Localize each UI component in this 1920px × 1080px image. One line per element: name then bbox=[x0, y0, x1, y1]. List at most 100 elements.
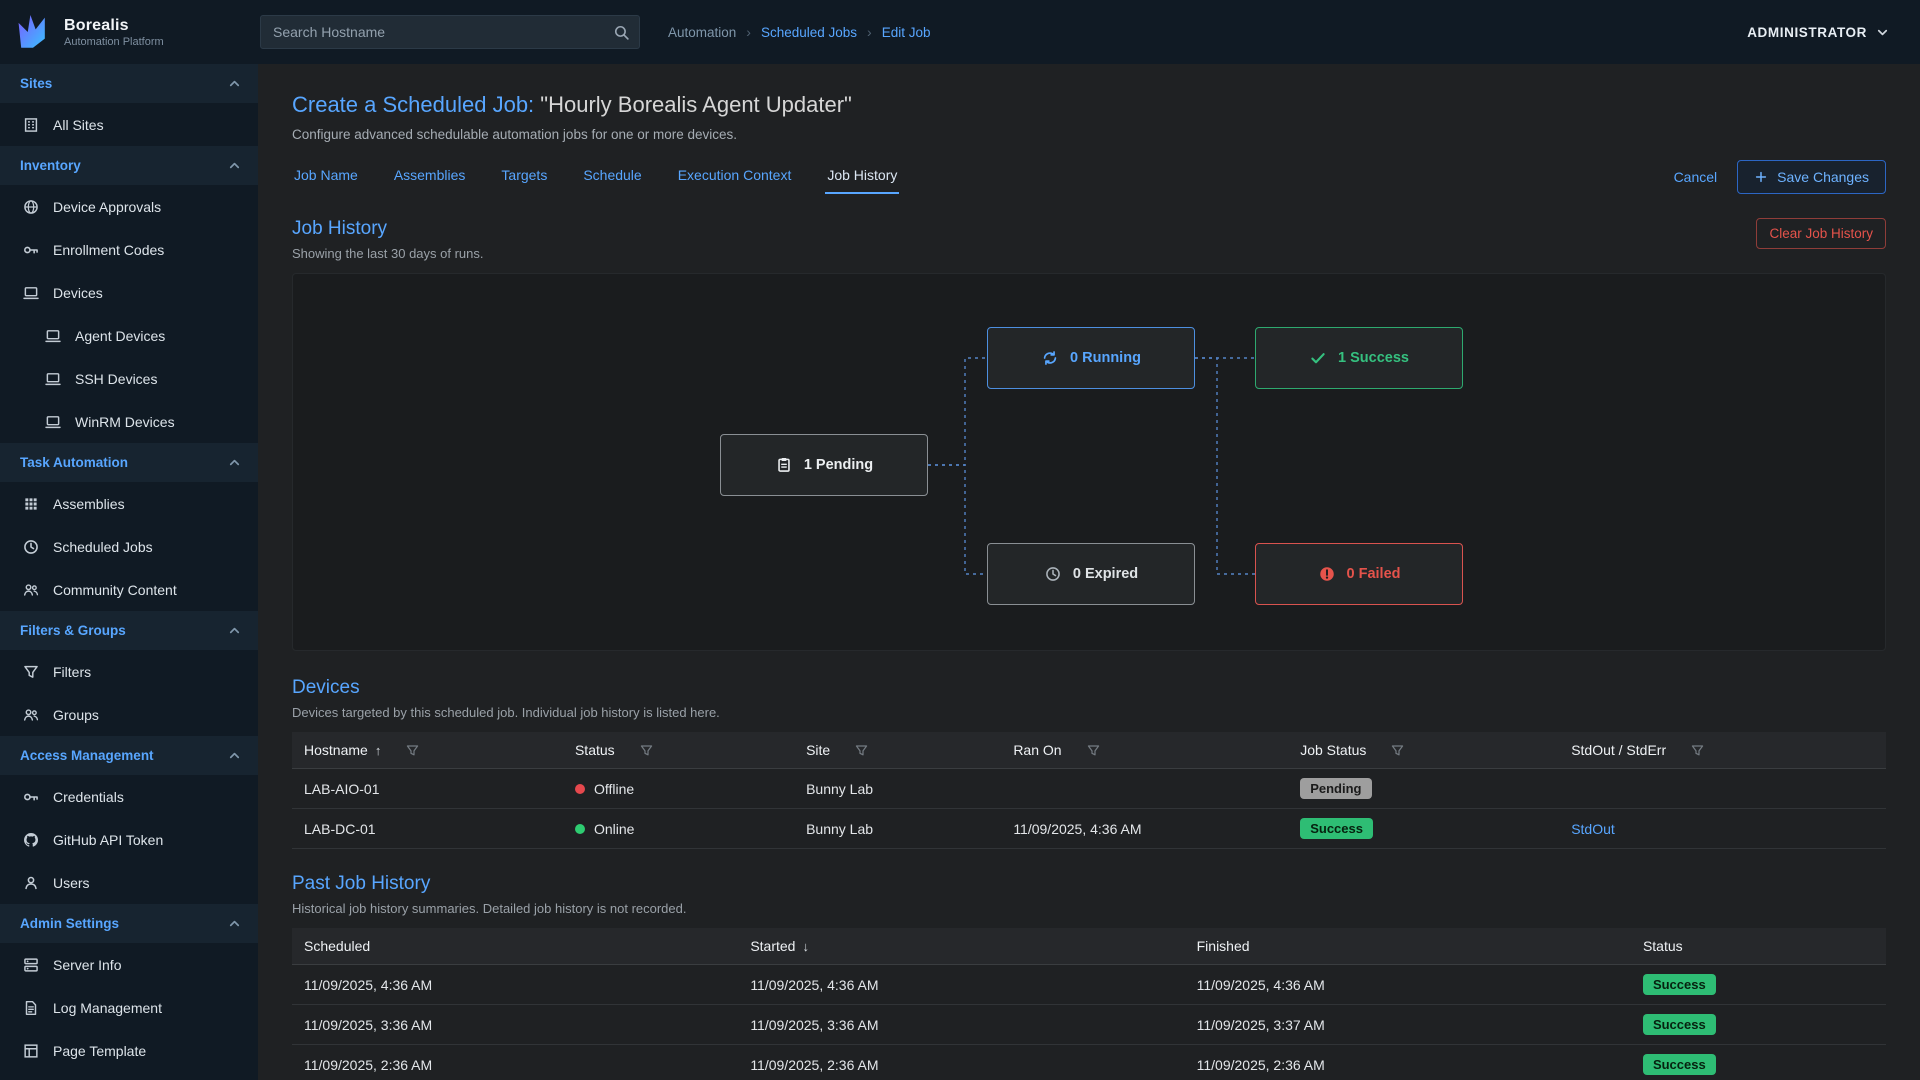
column-header-hostname[interactable]: Hostname bbox=[292, 732, 563, 769]
column-header-ran-on[interactable]: Ran On bbox=[1001, 732, 1288, 769]
column-header-stdout-stderr[interactable]: StdOut / StdErr bbox=[1559, 732, 1886, 769]
chevron-up-icon bbox=[227, 158, 242, 173]
sidebar-item-agent-devices[interactable]: Agent Devices bbox=[0, 314, 258, 357]
hostname-cell: LAB-DC-01 bbox=[292, 809, 563, 849]
stdout-link[interactable]: StdOut bbox=[1571, 821, 1615, 837]
status-badge: Success bbox=[1300, 818, 1373, 839]
sidebar-item-groups[interactable]: Groups bbox=[0, 693, 258, 736]
table-row: 11/09/2025, 3:36 AM 11/09/2025, 3:36 AM … bbox=[292, 1005, 1886, 1045]
flow-node-pending: 1 Pending bbox=[720, 434, 928, 496]
past-job-history-subheading: Historical job history summaries. Detail… bbox=[292, 901, 1886, 916]
sidebar-section-filters-groups[interactable]: Filters & Groups bbox=[0, 611, 258, 650]
sidebar-item-credentials[interactable]: Credentials bbox=[0, 775, 258, 818]
hostname-cell: LAB-AIO-01 bbox=[292, 769, 563, 809]
sidebar-item-scheduled-jobs[interactable]: Scheduled Jobs bbox=[0, 525, 258, 568]
sidebar-item-github-api-token[interactable]: GitHub API Token bbox=[0, 818, 258, 861]
started-cell: 11/09/2025, 3:36 AM bbox=[738, 1005, 1184, 1045]
filter-icon[interactable] bbox=[854, 743, 869, 758]
tab-execution-context[interactable]: Execution Context bbox=[676, 161, 794, 194]
breadcrumb-separator bbox=[746, 24, 751, 40]
column-header-job-status[interactable]: Job Status bbox=[1288, 732, 1559, 769]
column-header-started[interactable]: Started bbox=[738, 928, 1184, 965]
breadcrumb-scheduled-jobs[interactable]: Scheduled Jobs bbox=[761, 25, 857, 40]
sidebar-item-ssh-devices[interactable]: SSH Devices bbox=[0, 357, 258, 400]
sidebar-item-devices[interactable]: Devices bbox=[0, 271, 258, 314]
chevron-up-icon bbox=[227, 916, 242, 931]
past-job-history-table: Scheduled Started Finished Status 11/09/… bbox=[292, 928, 1886, 1080]
search-icon[interactable] bbox=[613, 24, 630, 41]
started-cell: 11/09/2025, 4:36 AM bbox=[738, 965, 1184, 1005]
column-header-status[interactable]: Status bbox=[563, 732, 794, 769]
sidebar-item-winrm-devices[interactable]: WinRM Devices bbox=[0, 400, 258, 443]
status-cell: Success bbox=[1631, 1045, 1886, 1080]
sidebar-item-enrollment-codes[interactable]: Enrollment Codes bbox=[0, 228, 258, 271]
clear-job-history-button[interactable]: Clear Job History bbox=[1756, 218, 1886, 249]
sidebar-item-log-management[interactable]: Log Management bbox=[0, 986, 258, 1029]
site-cell: Bunny Lab bbox=[794, 769, 1001, 809]
search-input[interactable] bbox=[260, 15, 640, 49]
column-header-finished[interactable]: Finished bbox=[1185, 928, 1631, 965]
sidebar-item-page-template[interactable]: Page Template bbox=[0, 1029, 258, 1072]
column-header-scheduled[interactable]: Scheduled bbox=[292, 928, 738, 965]
sidebar-item-community-content[interactable]: Community Content bbox=[0, 568, 258, 611]
user-menu[interactable]: ADMINISTRATOR bbox=[1747, 25, 1890, 40]
chevron-up-icon bbox=[227, 623, 242, 638]
breadcrumb-automation[interactable]: Automation bbox=[668, 25, 736, 40]
scheduled-cell: 11/09/2025, 4:36 AM bbox=[292, 965, 738, 1005]
filter-icon[interactable] bbox=[405, 743, 420, 758]
sidebar-item-assemblies[interactable]: Assemblies bbox=[0, 482, 258, 525]
brand-name: Borealis bbox=[64, 17, 164, 35]
status-cell: Success bbox=[1631, 1005, 1886, 1045]
tab-targets[interactable]: Targets bbox=[499, 161, 549, 194]
key-icon bbox=[22, 241, 40, 259]
tab-job-history[interactable]: Job History bbox=[825, 161, 899, 194]
column-header-site[interactable]: Site bbox=[794, 732, 1001, 769]
error-icon bbox=[1318, 565, 1336, 583]
tab-job-name[interactable]: Job Name bbox=[292, 161, 360, 194]
flow-node-expired: 0 Expired bbox=[987, 543, 1195, 605]
column-header-status[interactable]: Status bbox=[1631, 928, 1886, 965]
finished-cell: 11/09/2025, 4:36 AM bbox=[1185, 965, 1631, 1005]
sidebar-item-filters[interactable]: Filters bbox=[0, 650, 258, 693]
sidebar-item-server-info[interactable]: Server Info bbox=[0, 943, 258, 986]
filter-icon[interactable] bbox=[1086, 743, 1101, 758]
laptop-icon bbox=[22, 284, 40, 302]
finished-cell: 11/09/2025, 3:37 AM bbox=[1185, 1005, 1631, 1045]
table-row: LAB-DC-01 Online Bunny Lab 11/09/2025, 4… bbox=[292, 809, 1886, 849]
stdout-cell: StdOut bbox=[1559, 809, 1886, 849]
tab-schedule[interactable]: Schedule bbox=[581, 161, 643, 194]
sidebar-section-sites[interactable]: Sites bbox=[0, 64, 258, 103]
breadcrumb-separator bbox=[867, 24, 872, 40]
past-job-history-section: Past Job History Historical job history … bbox=[292, 873, 1886, 1080]
site-cell: Bunny Lab bbox=[794, 809, 1001, 849]
people-icon bbox=[22, 706, 40, 724]
plus-icon bbox=[1754, 170, 1768, 184]
status-badge: Pending bbox=[1300, 778, 1371, 799]
sidebar-item-device-approvals[interactable]: Device Approvals bbox=[0, 185, 258, 228]
clipboard-icon bbox=[775, 456, 793, 474]
scheduled-cell: 11/09/2025, 2:36 AM bbox=[292, 1045, 738, 1080]
status-badge: Success bbox=[1643, 1014, 1716, 1035]
sidebar-section-task-automation[interactable]: Task Automation bbox=[0, 443, 258, 482]
status-cell: Offline bbox=[563, 769, 794, 809]
filter-icon[interactable] bbox=[639, 743, 654, 758]
status-cell: Online bbox=[563, 809, 794, 849]
people-icon bbox=[22, 581, 40, 599]
filter-icon[interactable] bbox=[1690, 743, 1705, 758]
sidebar-section-inventory[interactable]: Inventory bbox=[0, 146, 258, 185]
breadcrumb-edit-job[interactable]: Edit Job bbox=[882, 25, 931, 40]
save-changes-button[interactable]: Save Changes bbox=[1737, 160, 1886, 194]
sidebar-section-access-management[interactable]: Access Management bbox=[0, 736, 258, 775]
status-badge: Success bbox=[1643, 1054, 1716, 1075]
sidebar-section-admin-settings[interactable]: Admin Settings bbox=[0, 904, 258, 943]
funnel-icon bbox=[22, 663, 40, 681]
chevron-down-icon bbox=[1875, 25, 1890, 40]
cancel-button[interactable]: Cancel bbox=[1674, 169, 1718, 185]
filter-icon[interactable] bbox=[1390, 743, 1405, 758]
user-menu-label: ADMINISTRATOR bbox=[1747, 25, 1867, 40]
job-status-cell: Success bbox=[1288, 809, 1559, 849]
sidebar-item-all-sites[interactable]: All Sites bbox=[0, 103, 258, 146]
tab-assemblies[interactable]: Assemblies bbox=[392, 161, 468, 194]
sidebar-item-users[interactable]: Users bbox=[0, 861, 258, 904]
sort-descending-icon bbox=[795, 938, 809, 954]
